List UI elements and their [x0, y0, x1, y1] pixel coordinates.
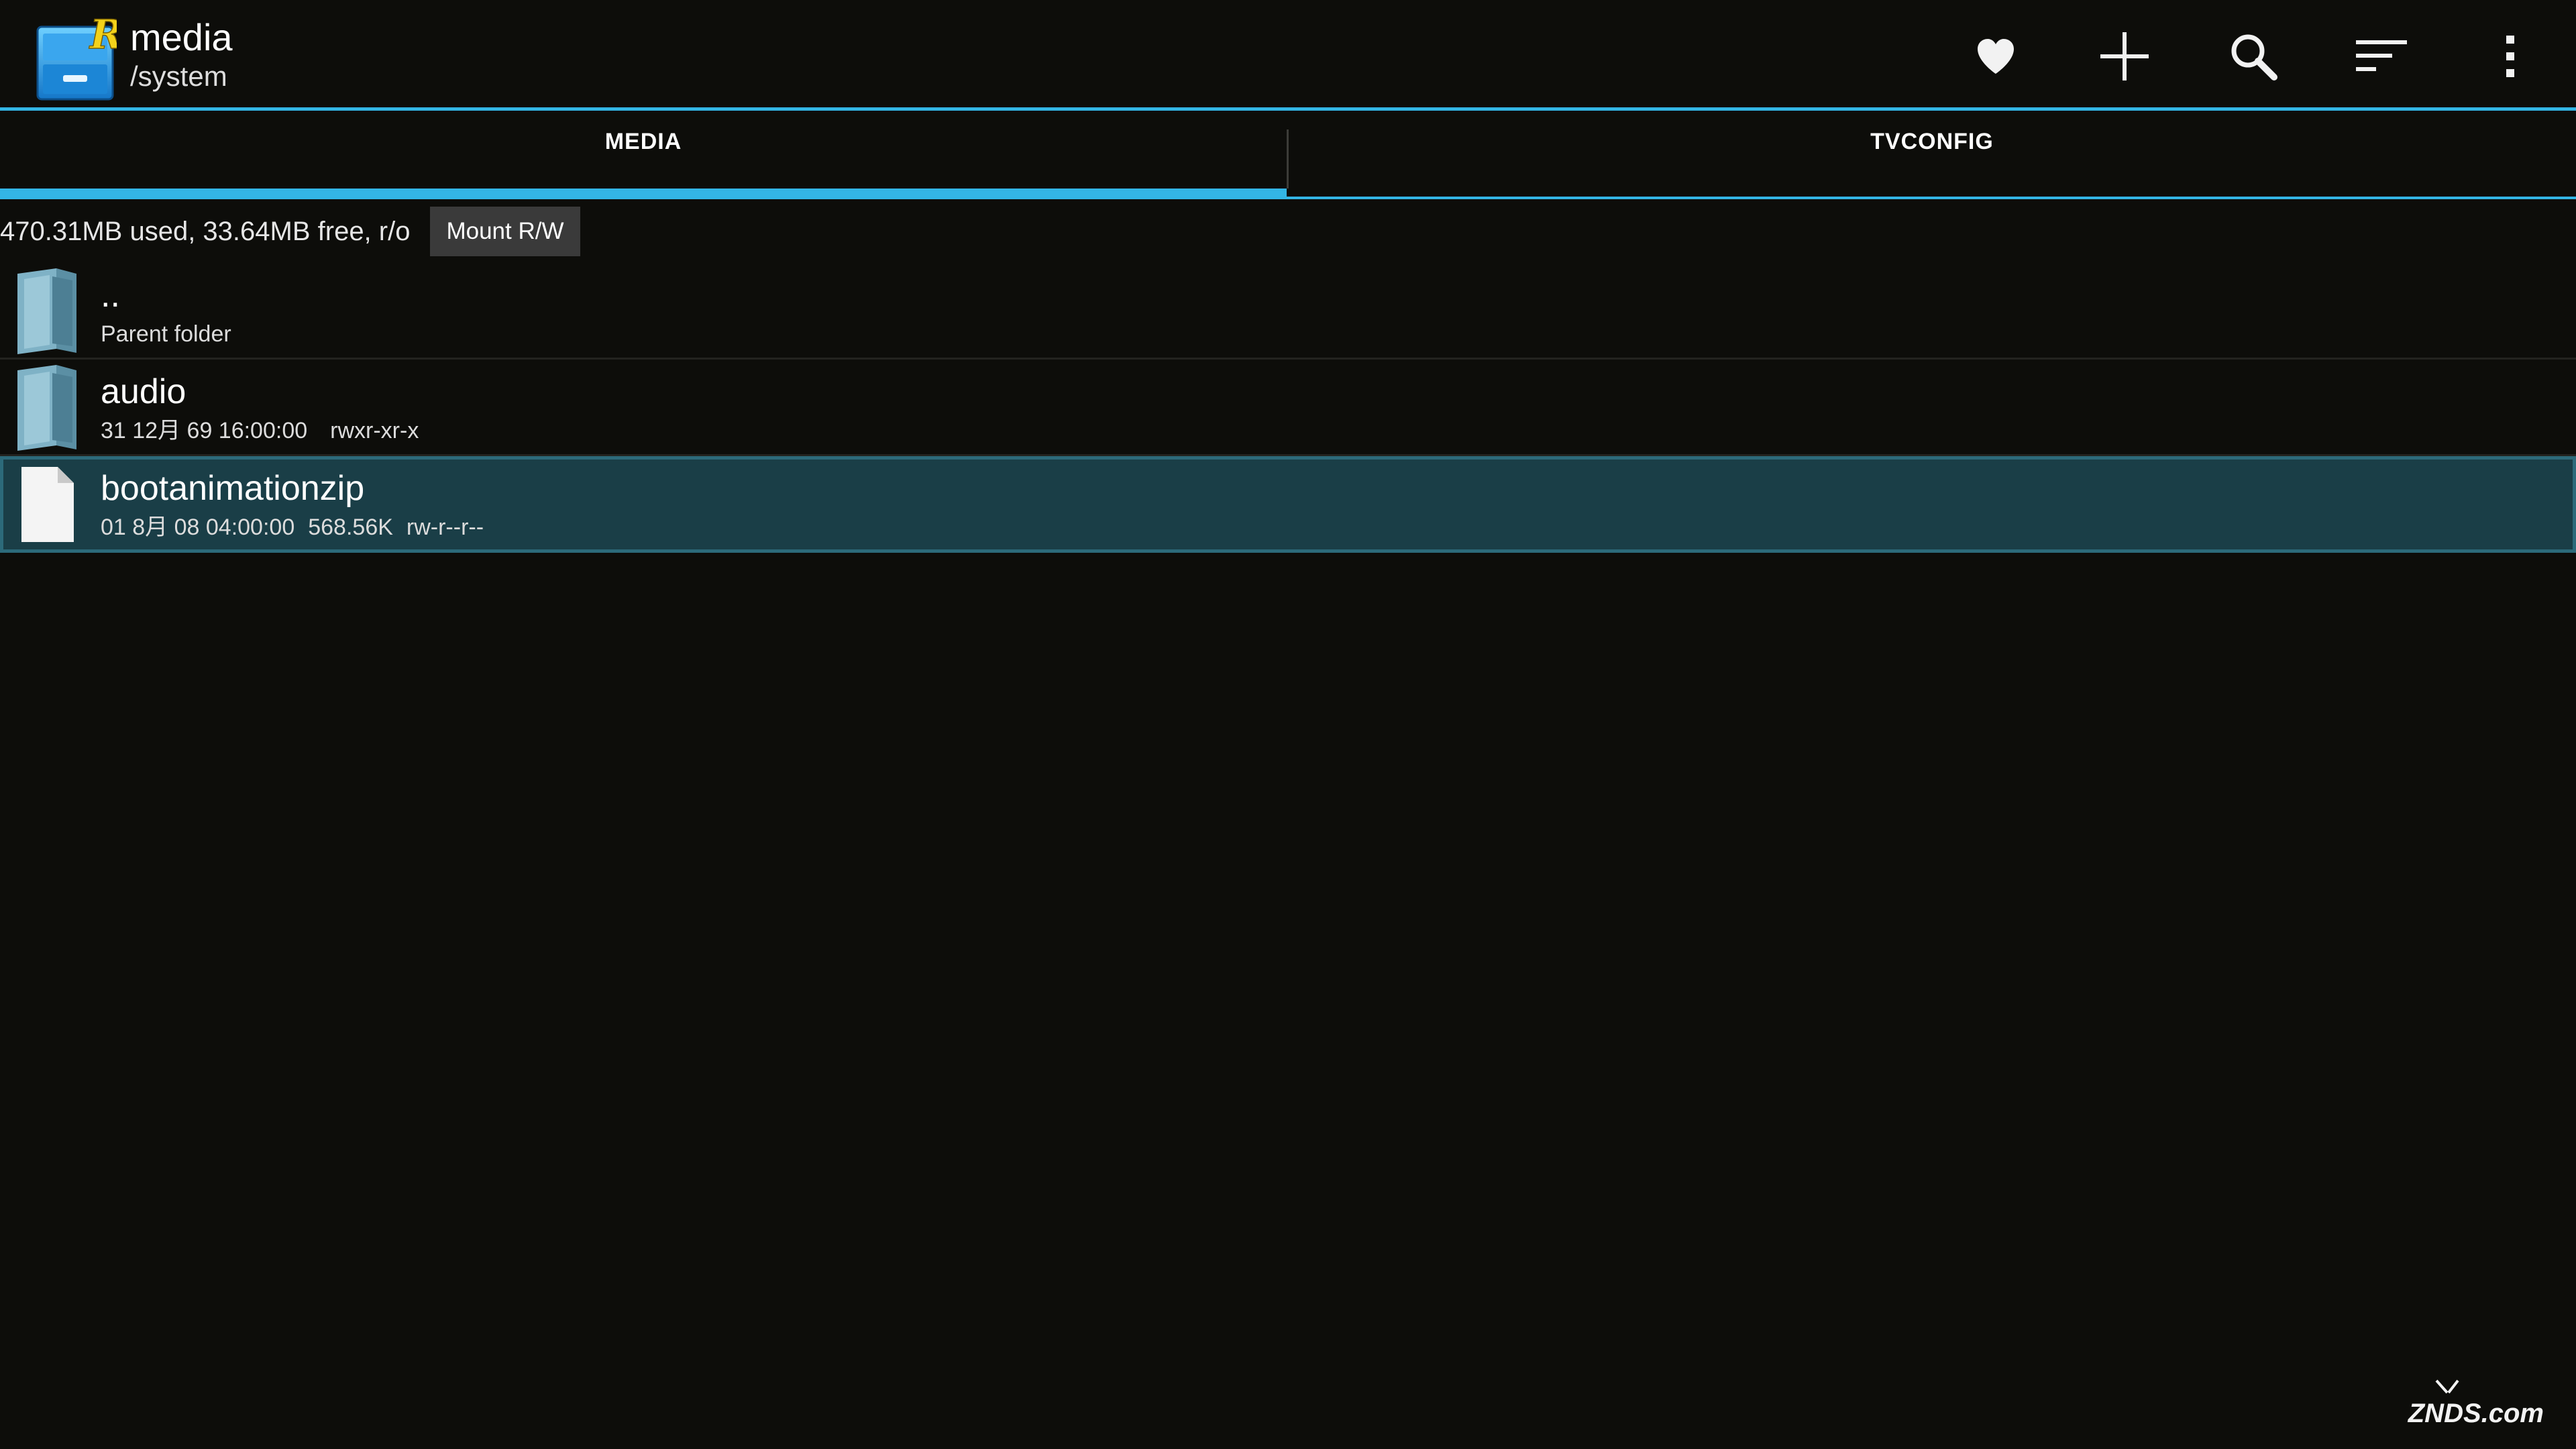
tab-media[interactable]: MEDIA	[0, 111, 1287, 199]
file-list: .. Parent folder audio 31 12月 69 16:00:0…	[0, 263, 2576, 553]
search-button[interactable]	[2220, 23, 2287, 90]
file-details: 01 8月 08 04:00:00 568.56K rw-r--r--	[101, 514, 484, 541]
file-name: bootanimationzip	[101, 469, 365, 508]
file-name: audio	[101, 372, 186, 411]
file-permissions: rw-r--r--	[406, 515, 484, 540]
action-bar: R media /system	[0, 0, 2576, 111]
favorite-button[interactable]	[1962, 23, 2029, 90]
tab-label: TVCONFIG	[1870, 129, 1994, 154]
sort-button[interactable]	[2348, 23, 2415, 90]
file-details: 31 12月 69 16:00:00 rwxr-xr-x	[101, 417, 419, 444]
watermark-text: ZNDS.com	[2408, 1399, 2544, 1428]
sort-icon	[2356, 40, 2407, 71]
current-path: /system	[130, 60, 227, 92]
list-item-parent-folder[interactable]: .. Parent folder	[0, 263, 2576, 360]
list-item-audio[interactable]: audio 31 12月 69 16:00:00 rwxr-xr-x	[0, 360, 2576, 456]
file-permissions: rwxr-xr-x	[330, 418, 419, 443]
more-vert-icon	[2506, 36, 2514, 77]
folder-tabs: MEDIA TVCONFIG	[0, 111, 2576, 199]
plus-icon	[2100, 32, 2149, 80]
tab-selected-indicator	[0, 189, 1287, 199]
file-manager-screen: R media /system	[0, 0, 2576, 1449]
search-icon	[2231, 34, 2277, 80]
tab-label: MEDIA	[604, 129, 682, 154]
storage-info-text: 470.31MB used, 33.64MB free, r/o	[0, 216, 411, 246]
svg-text:R: R	[89, 11, 117, 58]
file-icon	[21, 467, 74, 542]
heart-icon	[1978, 39, 2014, 74]
file-date: 31 12月 69 16:00:00	[101, 418, 308, 443]
file-size: 568.56K	[308, 515, 393, 540]
folder-icon	[17, 365, 76, 451]
tab-tvconfig[interactable]: TVCONFIG	[1289, 111, 2575, 197]
file-name: ..	[101, 276, 120, 315]
watermark-logo: ZNDS.com	[2408, 1378, 2544, 1429]
overflow-menu-button[interactable]	[2477, 23, 2544, 90]
new-button[interactable]	[2091, 23, 2158, 90]
app-logo-icon[interactable]: R	[34, 11, 117, 102]
file-detail: Parent folder	[101, 321, 231, 347]
folder-icon	[17, 268, 76, 354]
current-folder-title: media	[130, 16, 233, 58]
storage-info-bar: 470.31MB used, 33.64MB free, r/o Mount R…	[0, 205, 580, 258]
mount-rw-button[interactable]: Mount R/W	[430, 207, 580, 256]
list-item-bootanimationzip[interactable]: bootanimationzip 01 8月 08 04:00:00 568.56…	[0, 456, 2576, 553]
file-date: 01 8月 08 04:00:00	[101, 515, 295, 540]
